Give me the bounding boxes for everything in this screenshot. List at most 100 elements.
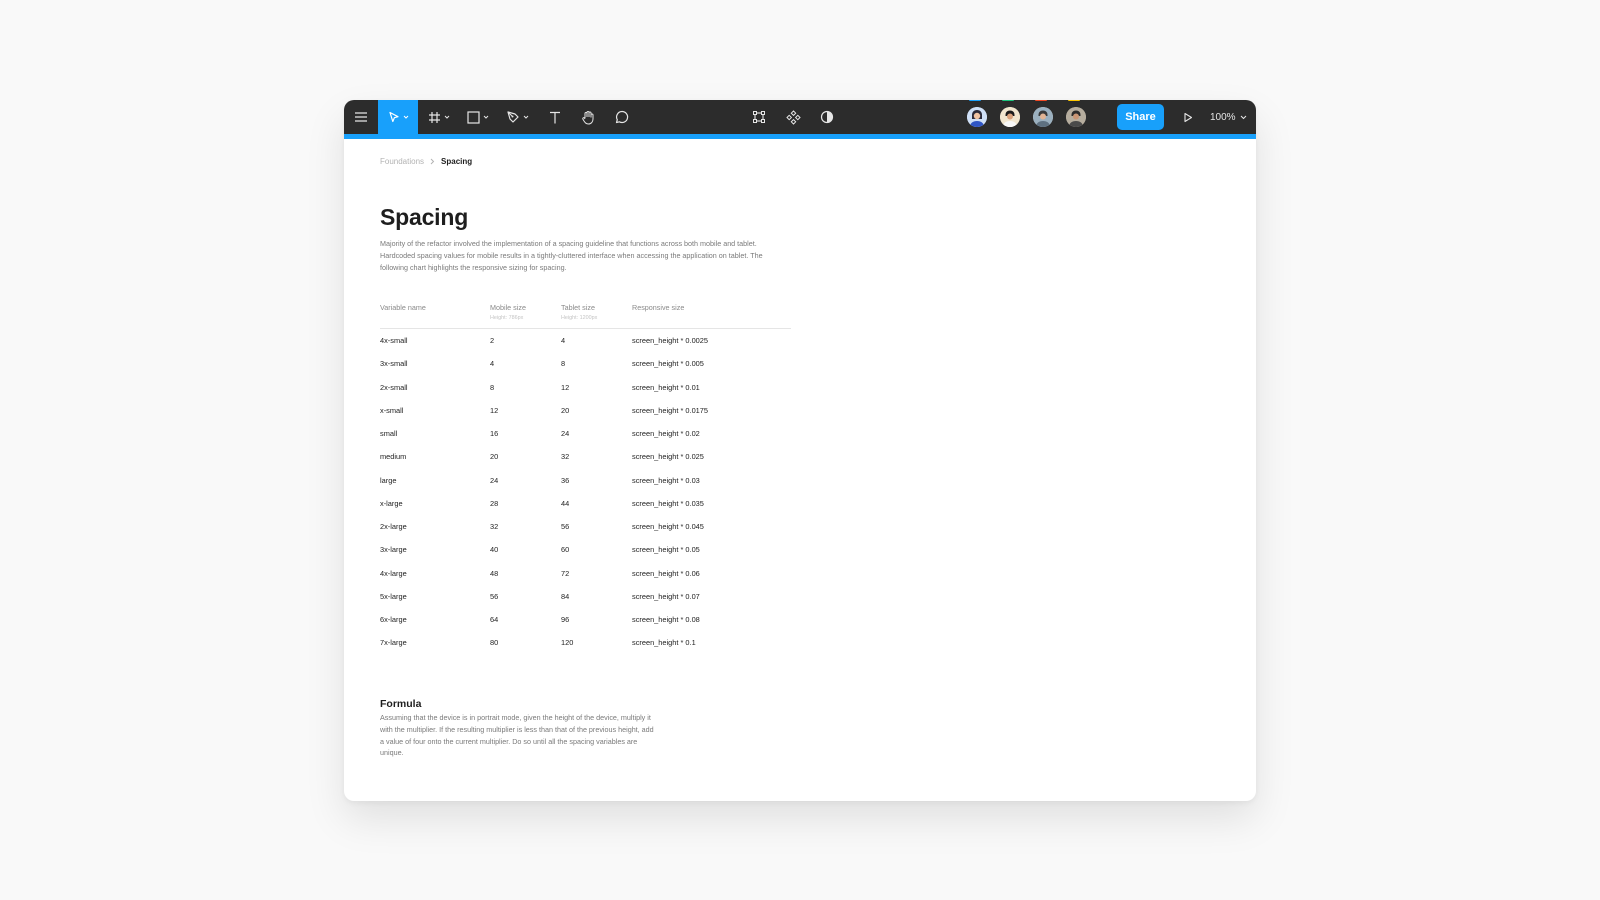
chevron-down-icon bbox=[483, 115, 489, 119]
cell-variable-name: 2x-small bbox=[380, 382, 408, 392]
pen-icon bbox=[506, 111, 519, 123]
header-mobile-size: Mobile size Height: 786px bbox=[490, 303, 526, 321]
comment-tool-button[interactable] bbox=[607, 100, 637, 134]
pen-tool-button[interactable] bbox=[500, 100, 534, 134]
table-row: 2x-small 8 12 screen_height * 0.01 bbox=[380, 376, 791, 399]
cell-responsive-size: screen_height * 0.02 bbox=[632, 429, 700, 438]
cell-tablet-size: 20 bbox=[561, 405, 570, 415]
rectangle-icon bbox=[467, 110, 480, 124]
collaborator-3-indicator bbox=[1035, 100, 1047, 101]
header-mobile-size-sub: Height: 786px bbox=[490, 315, 524, 321]
cell-tablet-size: 56 bbox=[561, 522, 570, 531]
cell-variable-name: 5x-large bbox=[380, 591, 407, 601]
cell-variable-name: 2x-large bbox=[380, 522, 407, 531]
cell-tablet-size: 4 bbox=[561, 336, 566, 345]
collaborator-4-avatar[interactable] bbox=[1066, 107, 1086, 127]
breadcrumb: Foundations Spacing bbox=[380, 157, 472, 166]
table-row: 2x-large 32 56 screen_height * 0.045 bbox=[380, 515, 791, 538]
cell-variable-name: x-small bbox=[380, 405, 404, 415]
cell-mobile-size: 20 bbox=[490, 452, 499, 462]
present-button[interactable] bbox=[1176, 100, 1200, 134]
cell-mobile-size: 48 bbox=[490, 568, 499, 578]
cell-responsive-size: screen_height * 0.05 bbox=[632, 545, 700, 555]
cell-mobile-size: 2 bbox=[490, 336, 495, 345]
cell-mobile-size: 56 bbox=[490, 591, 499, 601]
table-row: 7x-large 80 120 screen_height * 0.1 bbox=[380, 631, 791, 654]
cell-mobile-size: 16 bbox=[490, 429, 499, 438]
breadcrumb-parent[interactable]: Foundations bbox=[380, 157, 424, 166]
cell-responsive-size: screen_height * 0.025 bbox=[632, 452, 704, 462]
toolbar: Share 100% bbox=[344, 100, 1256, 134]
page-description: Majority of the refactor involved the im… bbox=[380, 239, 763, 272]
move-tool-button[interactable] bbox=[378, 100, 418, 134]
transform-icon bbox=[753, 111, 765, 123]
zoom-value: 100% bbox=[1210, 111, 1236, 123]
cursor-icon bbox=[388, 111, 399, 122]
cell-variable-name: 4x-large bbox=[380, 568, 407, 578]
cell-mobile-size: 4 bbox=[490, 359, 495, 369]
hand-icon bbox=[581, 110, 593, 124]
hamburger-icon bbox=[355, 112, 367, 122]
table-body: 4x-small 2 4 screen_height * 0.0025 3x-small… bbox=[380, 329, 791, 655]
main-menu-button[interactable] bbox=[344, 100, 378, 134]
cell-responsive-size: screen_height * 0.03 bbox=[632, 475, 700, 485]
toolbar-accent-bar bbox=[344, 134, 1256, 139]
formula-title: Formula bbox=[380, 698, 422, 710]
chevron-down-icon bbox=[444, 115, 450, 119]
collaborator-1-avatar[interactable] bbox=[967, 107, 987, 127]
cell-variable-name: 3x-large bbox=[380, 545, 407, 555]
cell-tablet-size: 32 bbox=[561, 452, 570, 462]
comment-icon bbox=[615, 110, 629, 124]
collaborator-2-indicator bbox=[1002, 100, 1014, 101]
cell-responsive-size: screen_height * 0.035 bbox=[632, 498, 704, 508]
collaborator-3-avatar[interactable] bbox=[1033, 107, 1053, 127]
share-button[interactable]: Share bbox=[1117, 104, 1164, 130]
zoom-dropdown[interactable]: 100% bbox=[1210, 100, 1247, 134]
table-row: 4x-small 2 4 screen_height * 0.0025 bbox=[380, 329, 791, 352]
header-tablet-size: Tablet size Height: 1200px bbox=[561, 303, 598, 321]
cell-tablet-size: 8 bbox=[561, 359, 566, 369]
component-button[interactable] bbox=[778, 100, 808, 134]
cell-variable-name: 7x-large bbox=[380, 638, 407, 648]
header-variable-name: Variable name bbox=[380, 303, 426, 312]
cell-tablet-size: 24 bbox=[561, 429, 570, 438]
table-row: small 16 24 screen_height * 0.02 bbox=[380, 422, 791, 445]
table-row: large 24 36 screen_height * 0.03 bbox=[380, 469, 791, 492]
cell-variable-name: medium bbox=[380, 452, 407, 462]
cell-mobile-size: 64 bbox=[490, 615, 499, 624]
cell-tablet-size: 60 bbox=[561, 545, 570, 555]
cell-mobile-size: 8 bbox=[490, 382, 495, 392]
cell-mobile-size: 40 bbox=[490, 545, 499, 555]
table-row: 5x-large 56 84 screen_height * 0.07 bbox=[380, 585, 791, 608]
chevron-right-icon bbox=[430, 158, 435, 165]
component-icon bbox=[785, 109, 801, 125]
frame-tool-button[interactable] bbox=[422, 100, 456, 134]
cell-responsive-size: screen_height * 0.045 bbox=[632, 522, 704, 531]
figma-window: Share 100% Foundations Spacing Spacing M… bbox=[344, 100, 1256, 801]
cell-responsive-size: screen_height * 0.01 bbox=[632, 382, 700, 392]
table-row: 4x-large 48 72 screen_height * 0.06 bbox=[380, 562, 791, 585]
text-icon bbox=[550, 111, 560, 123]
cell-variable-name: x-large bbox=[380, 498, 403, 508]
shape-tool-button[interactable] bbox=[461, 100, 495, 134]
play-icon bbox=[1184, 112, 1193, 122]
table-row: 3x-large 40 60 screen_height * 0.05 bbox=[380, 538, 791, 561]
table-row: medium 20 32 screen_height * 0.025 bbox=[380, 445, 791, 468]
transform-button[interactable] bbox=[744, 100, 774, 134]
cell-mobile-size: 24 bbox=[490, 475, 499, 485]
cell-responsive-size: screen_height * 0.06 bbox=[632, 568, 700, 578]
table-row: 6x-large 64 96 screen_height * 0.08 bbox=[380, 608, 791, 631]
collaborator-2-avatar[interactable] bbox=[1000, 107, 1020, 127]
table-row: 3x-small 4 8 screen_height * 0.005 bbox=[380, 352, 791, 375]
cell-mobile-size: 80 bbox=[490, 638, 499, 648]
hand-tool-button[interactable] bbox=[573, 100, 603, 134]
cell-responsive-size: screen_height * 0.08 bbox=[632, 615, 700, 624]
cell-variable-name: small bbox=[380, 429, 398, 438]
frame-icon bbox=[429, 111, 440, 123]
cell-tablet-size: 120 bbox=[561, 638, 574, 648]
contrast-button[interactable] bbox=[812, 100, 842, 134]
cell-mobile-size: 32 bbox=[490, 522, 499, 531]
table-header: Variable name Mobile size Height: 786px … bbox=[380, 301, 791, 329]
cell-mobile-size: 28 bbox=[490, 498, 499, 508]
text-tool-button[interactable] bbox=[540, 100, 570, 134]
